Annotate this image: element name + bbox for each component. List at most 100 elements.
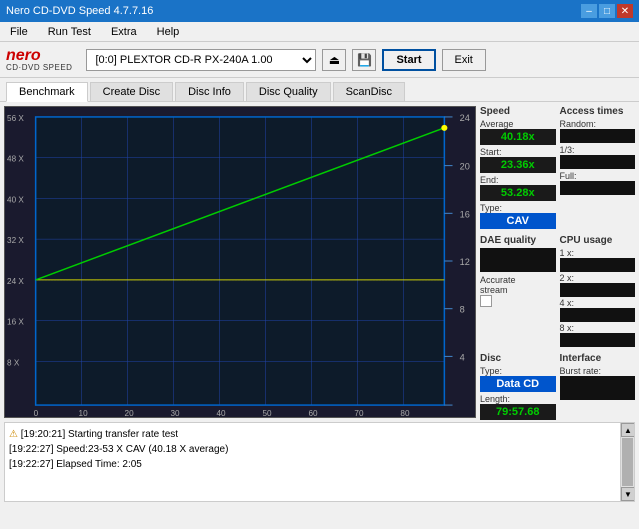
svg-text:48 X: 48 X — [7, 155, 24, 164]
two-x-value — [560, 283, 636, 297]
cpu-section: CPU usage 1 x: 2 x: 4 x: 8 x: — [560, 235, 636, 347]
eject-button[interactable]: ⏏ — [322, 49, 346, 71]
svg-text:60: 60 — [308, 409, 318, 417]
svg-text:32 X: 32 X — [7, 236, 24, 245]
start-label: Start: — [480, 147, 556, 157]
svg-text:12: 12 — [460, 257, 470, 267]
window-controls: – □ ✕ — [581, 4, 633, 18]
start-value: 23.36x — [480, 157, 556, 173]
disc-length-label: Length: — [480, 394, 556, 404]
tab-scan-disc[interactable]: ScanDisc — [333, 82, 405, 101]
menu-help[interactable]: Help — [151, 24, 186, 40]
full-label: Full: — [560, 171, 636, 181]
svg-text:24: 24 — [460, 113, 470, 123]
right-panel: Speed Average 40.18x Start: 23.36x End: … — [480, 106, 635, 418]
chart-area: 24 20 16 12 8 4 56 X 48 X 40 X 32 X 24 X… — [4, 106, 476, 418]
one-x-label: 1 x: — [560, 248, 636, 258]
eight-x-value — [560, 333, 636, 347]
log-line-1: ⚠ [19:20:21] Starting transfer rate test — [9, 427, 616, 442]
scroll-down-button[interactable]: ▼ — [621, 487, 635, 501]
svg-text:40: 40 — [217, 409, 227, 417]
two-x-label: 2 x: — [560, 273, 636, 283]
menu-file[interactable]: File — [4, 24, 34, 40]
svg-text:30: 30 — [171, 409, 181, 417]
svg-text:8 X: 8 X — [7, 358, 20, 367]
average-label: Average — [480, 119, 556, 129]
menu-run-test[interactable]: Run Test — [42, 24, 97, 40]
interface-label: Interface — [560, 353, 636, 364]
speed-access-row: Speed Average 40.18x Start: 23.36x End: … — [480, 106, 635, 229]
svg-text:40 X: 40 X — [7, 195, 24, 204]
cpu-label: CPU usage — [560, 235, 636, 246]
access-times-label: Access times — [560, 106, 636, 117]
average-value: 40.18x — [480, 129, 556, 145]
svg-text:56 X: 56 X — [7, 114, 24, 123]
menu-extra[interactable]: Extra — [105, 24, 143, 40]
burst-rate-label: Burst rate: — [560, 366, 636, 376]
four-x-value — [560, 308, 636, 322]
one-third-value — [560, 155, 636, 169]
eight-x-label: 8 x: — [560, 323, 636, 333]
tab-benchmark[interactable]: Benchmark — [6, 82, 88, 102]
type-value: CAV — [480, 213, 556, 229]
svg-text:4: 4 — [460, 352, 465, 362]
title-text: Nero CD-DVD Speed 4.7.7.16 — [6, 5, 153, 17]
scroll-thumb[interactable] — [622, 438, 633, 486]
log-icon-1: ⚠ — [9, 429, 18, 440]
maximize-button[interactable]: □ — [599, 4, 615, 18]
tab-create-disc[interactable]: Create Disc — [90, 82, 173, 101]
disc-section-label: Disc — [480, 353, 556, 364]
minimize-button[interactable]: – — [581, 4, 597, 18]
toolbar: nero CD·DVD SPEED [0:0] PLEXTOR CD-R PX-… — [0, 42, 639, 78]
svg-text:20: 20 — [460, 162, 470, 172]
one-x-value — [560, 258, 636, 272]
tab-disc-quality[interactable]: Disc Quality — [246, 82, 331, 101]
exit-button[interactable]: Exit — [442, 49, 486, 71]
accurate-stream-checkbox[interactable] — [480, 295, 492, 307]
save-button[interactable]: 💾 — [352, 49, 376, 71]
close-button[interactable]: ✕ — [617, 4, 633, 18]
drive-select[interactable]: [0:0] PLEXTOR CD-R PX-240A 1.00 — [86, 49, 316, 71]
svg-text:16 X: 16 X — [7, 318, 24, 327]
dae-section: DAE quality Accurate stream — [480, 235, 556, 347]
random-label: Random: — [560, 119, 636, 129]
random-value — [560, 129, 636, 143]
end-label: End: — [480, 175, 556, 185]
main-content: 24 20 16 12 8 4 56 X 48 X 40 X 32 X 24 X… — [0, 102, 639, 422]
one-third-label: 1/3: — [560, 145, 636, 155]
chart-svg: 24 20 16 12 8 4 56 X 48 X 40 X 32 X 24 X… — [5, 107, 475, 417]
log-content: ⚠ [19:20:21] Starting transfer rate test… — [5, 423, 620, 501]
svg-text:0: 0 — [34, 409, 39, 417]
svg-text:50: 50 — [262, 409, 272, 417]
type-label: Type: — [480, 203, 556, 213]
end-value: 53.28x — [480, 185, 556, 201]
log-scrollbar[interactable]: ▲ ▼ — [620, 423, 634, 501]
disc-section: Disc Type: Data CD Length: 79:57.68 — [480, 353, 556, 420]
full-value — [560, 181, 636, 195]
disc-type-label: Type: — [480, 366, 556, 376]
dae-label: DAE quality — [480, 235, 556, 246]
disc-type-value: Data CD — [480, 376, 556, 392]
dae-value — [480, 248, 556, 272]
nero-logo: nero CD·DVD SPEED — [6, 48, 72, 72]
speed-section: Speed Average 40.18x Start: 23.36x End: … — [480, 106, 556, 229]
speed-label: Speed — [480, 106, 556, 117]
tab-disc-info[interactable]: Disc Info — [175, 82, 244, 101]
scroll-up-button[interactable]: ▲ — [621, 423, 635, 437]
log-text-1: [19:20:21] Starting transfer rate test — [21, 429, 178, 440]
interface-section: Interface Burst rate: — [560, 353, 636, 420]
tab-bar: Benchmark Create Disc Disc Info Disc Qua… — [0, 78, 639, 102]
start-button[interactable]: Start — [382, 49, 435, 71]
svg-text:24 X: 24 X — [7, 277, 24, 286]
svg-text:20: 20 — [125, 409, 135, 417]
svg-text:8: 8 — [460, 305, 465, 315]
svg-text:70: 70 — [354, 409, 364, 417]
disc-length-value: 79:57.68 — [480, 404, 556, 420]
nero-brand: nero — [6, 48, 72, 64]
accurate-label: Accurate — [480, 275, 556, 285]
log-area: ⚠ [19:20:21] Starting transfer rate test… — [4, 422, 635, 502]
log-line-3: [19:22:27] Elapsed Time: 2:05 — [9, 457, 616, 472]
disc-interface-row: Disc Type: Data CD Length: 79:57.68 Inte… — [480, 353, 635, 420]
cd-dvd-brand: CD·DVD SPEED — [6, 64, 72, 72]
log-text-3: [19:22:27] Elapsed Time: 2:05 — [9, 459, 142, 470]
